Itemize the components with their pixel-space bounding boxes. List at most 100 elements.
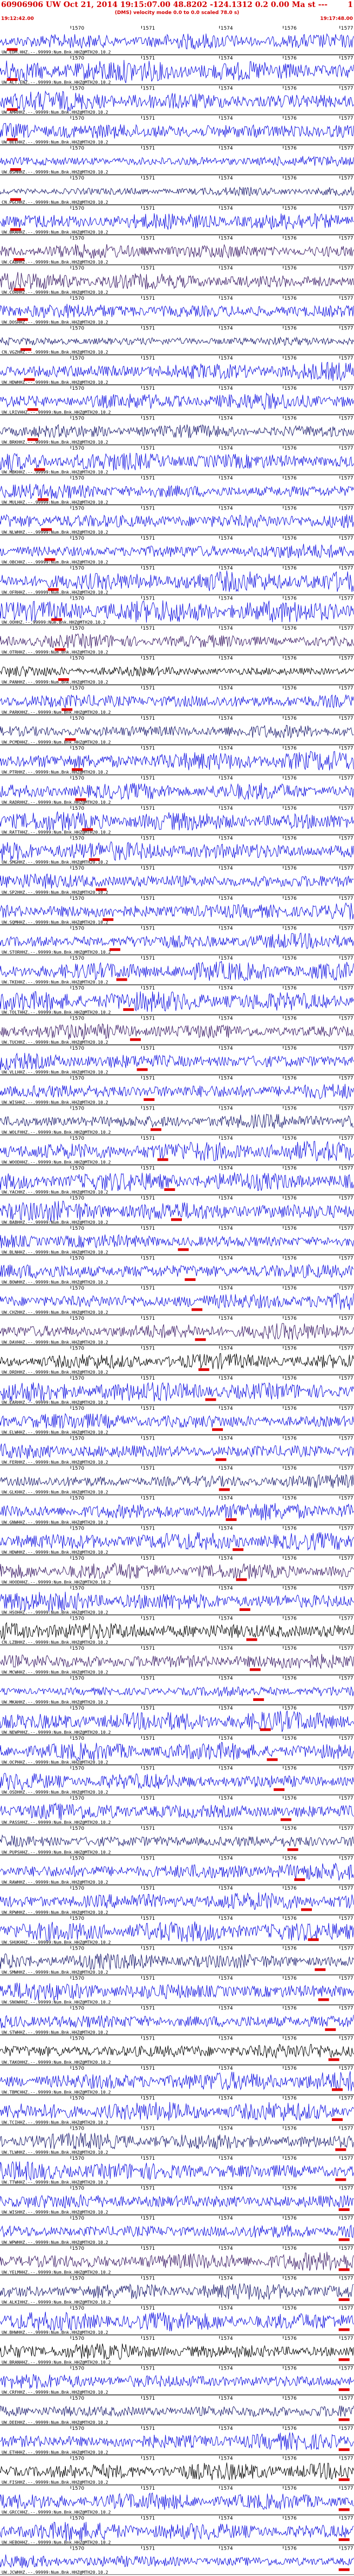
time-tick-label: 1577 (341, 2246, 353, 2251)
waveform-trace (0, 665, 354, 678)
channel-label: UW.EDM.HHZ.--.99999:Num.Bnk.HHZ@MTH20.10… (2, 50, 111, 55)
waveform-trace (0, 902, 354, 920)
channel-row: 1570 1571 1574 1576 1577 CN.LZBHHZ.--.99999:N… (0, 1616, 354, 1645)
time-tick-label: 1570 (72, 1826, 84, 1831)
pick-marker (328, 2058, 339, 2061)
time-tick-label: 1571 (142, 1496, 155, 1501)
channel-label: UW.TCIHHZ.--.99999:Num.Bnk.HHZ@MTH20.10.… (2, 2120, 108, 2125)
time-tick-label: 1570 (72, 2186, 84, 2192)
time-tick-label: 1570 (72, 56, 84, 61)
time-tick-label: 1577 (341, 56, 353, 61)
pick-marker (267, 1758, 278, 1761)
channel-row: 1570 1571 1574 1576 1577 UW.HSOHHZ.--.99999:N… (0, 1586, 354, 1615)
pick-marker (233, 1548, 244, 1551)
channel-row: 1570 1571 1574 1576 1577 UW.DRDHHZ.--.99999:N… (0, 1346, 354, 1375)
time-tick-label: 1577 (341, 956, 353, 961)
time-tick-label: 1576 (284, 1346, 297, 1351)
time-tick-label: 1574 (221, 776, 233, 781)
time-tick-label: 1576 (284, 116, 297, 121)
waveform-trace (0, 1592, 354, 1612)
channel-label: UW.YACHHZ.--.99999:Num.Bnk.HHZ@MTH20.10.… (2, 1190, 108, 1195)
pick-marker (338, 2568, 350, 2571)
time-tick-label: 1570 (72, 2066, 84, 2071)
time-tick-label: 1576 (284, 356, 297, 361)
time-tick-label: 1576 (284, 1496, 297, 1501)
waveform-trace (0, 1773, 354, 1790)
time-tick-label: 1574 (221, 2036, 233, 2041)
channel-row: 1570 1571 1574 1576 1577 UW.VLLHHZ.--.99999:N… (0, 1046, 354, 1076)
time-tick-label: 1570 (72, 1496, 84, 1501)
channel-label: UW.SHUKHHZ.--.99999:Num.Bnk.HHZ@MTH20.10… (2, 1940, 111, 1945)
time-tick-label: 1577 (341, 296, 353, 301)
pick-marker (130, 1038, 141, 1041)
time-tick-label: 1574 (221, 926, 233, 931)
waveform-trace (0, 123, 354, 139)
waveform-trace (0, 2462, 354, 2481)
channel-label: UW.BRANHHZ.--.99999:Num.Bnk.HHZ@MTH20.10… (2, 2360, 111, 2365)
channel-row: 1570 1571 1574 1576 1577 UW.RATTHHZ.--.99999:… (0, 805, 354, 836)
channel-row: 1570 1571 1574 1576 1577 UW.PCMDHHZ.--.99999:… (0, 715, 354, 746)
channel-row: 1570 1571 1574 1576 1577 UW.BRANHHZ.--.99999:… (0, 2336, 354, 2366)
time-tick-label: 1576 (284, 1676, 297, 1682)
channel-label: UW.PCMDHHZ.--.99999:Num.Bnk.HHZ@MTH20.10… (2, 740, 111, 745)
time-tick-label: 1571 (142, 1916, 155, 1921)
time-tick-label: 1574 (221, 956, 233, 961)
time-tick-label: 1577 (341, 896, 353, 901)
channel-row: 1570 1571 1574 1576 1577 UW.SHUKHHZ.--.99999:… (0, 1916, 354, 1946)
time-tick-label: 1577 (341, 1496, 353, 1501)
time-tick-label: 1577 (341, 2516, 353, 2522)
channel-label: UW.CABHHZ.--.99999:Num.Bnk.HHZ@MTH20.10.… (2, 260, 108, 265)
channel-row: 1570 1571 1574 1576 1577 UW.SMWHHZ.--.99999:N… (0, 1946, 354, 1975)
time-tick-label: 1576 (284, 1136, 297, 1141)
time-tick-label: 1571 (142, 746, 155, 752)
pick-marker (185, 1278, 196, 1281)
time-tick-label: 1574 (221, 536, 233, 541)
time-tick-label: 1570 (72, 146, 84, 151)
time-tick-label: 1574 (221, 1406, 233, 1411)
channel-row: 1570 1571 1574 1576 1577 UW.LRIVHHZ.--.99999:… (0, 385, 354, 416)
pick-marker (331, 2088, 343, 2091)
channel-label: UW.WOODHHZ.--.99999:Num.Bnk.HHZ@MTH20.10… (2, 1160, 111, 1165)
time-tick-label: 1576 (284, 1046, 297, 1051)
channel-row: 1570 1571 1574 1576 1577 UW.SMGHHZ.--.99999:N… (0, 836, 354, 865)
time-tick-label: 1576 (284, 1586, 297, 1592)
channel-label: CN.LZBHHZ.--.99999:Num.Bnk.HHZ@MTH20.10.… (2, 1640, 108, 1645)
channel-row: 1570 1571 1574 1576 1577 UW.EARHHZ.--.99999:N… (0, 1376, 354, 1406)
time-tick-label: 1574 (221, 716, 233, 721)
pick-marker (219, 1488, 230, 1491)
pick-marker (338, 2298, 350, 2301)
waveform-trace (0, 1862, 354, 1881)
pick-marker (249, 1668, 261, 1671)
time-tick-label: 1577 (341, 1976, 353, 1981)
waveform-trace (0, 155, 354, 167)
time-tick-label: 1576 (284, 1946, 297, 1951)
time-tick-label: 1571 (142, 1826, 155, 1831)
time-tick-label: 1576 (284, 1766, 297, 1772)
time-tick-label: 1577 (341, 1886, 353, 1891)
time-tick-label: 1571 (142, 716, 155, 721)
time-tick-label: 1574 (221, 2066, 233, 2071)
time-tick-label: 1574 (221, 1166, 233, 1172)
time-tick-label: 1571 (142, 2006, 155, 2012)
pick-marker (338, 2208, 350, 2211)
channel-label: UW.ALT.ENZ.--.99999:Num.Bnk.HHZ@MTH20.10… (2, 80, 111, 85)
time-tick-label: 1576 (284, 56, 297, 61)
waveform-trace (0, 2554, 354, 2568)
time-tick-label: 1574 (221, 116, 233, 121)
time-tick-label: 1571 (142, 2426, 155, 2432)
waveform-trace (0, 725, 354, 739)
channel-row: 1570 1571 1574 1576 1577 UW.YACHHZ.--.99999:N… (0, 1166, 354, 1195)
time-tick-label: 1571 (142, 686, 155, 691)
time-tick-label: 1574 (221, 836, 233, 841)
pick-marker (205, 1398, 216, 1401)
time-tick-label: 1576 (284, 1526, 297, 1531)
time-tick-label: 1571 (142, 2336, 155, 2341)
channel-label: UW.BEEHHZ.--.99999:Num.Bnk.HHZ@MTH20.10.… (2, 140, 108, 145)
channel-label: UW.LRIVHHZ.--.99999:Num.Bnk.HHZ@MTH20.10… (2, 410, 111, 415)
time-tick-label: 1570 (72, 2156, 84, 2161)
time-tick-label: 1571 (142, 1286, 155, 1291)
time-tick-label: 1574 (221, 626, 233, 631)
pick-marker (338, 2328, 350, 2331)
pick-marker (236, 1578, 247, 1581)
time-tick-label: 1571 (142, 1706, 155, 1711)
